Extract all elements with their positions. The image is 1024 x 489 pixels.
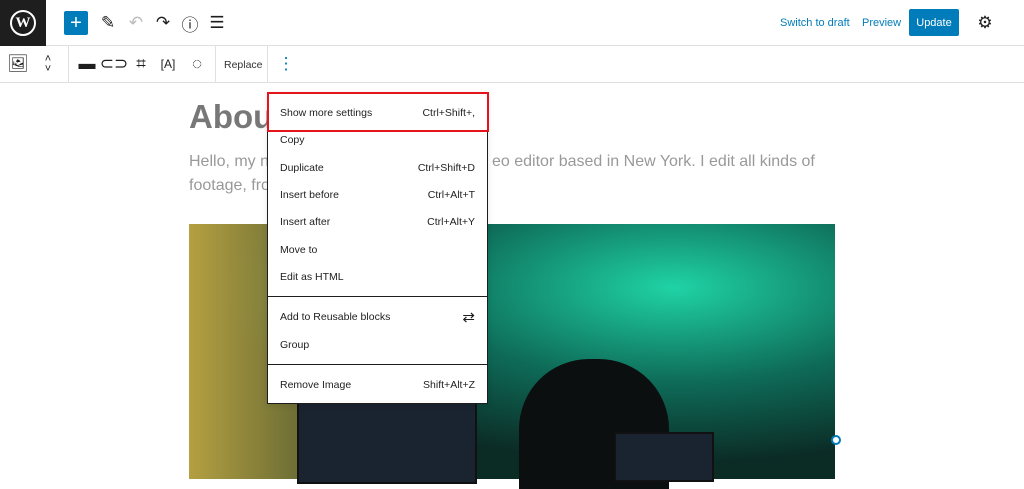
menu-item-remove-image[interactable]: Remove Image Shift+Alt+Z — [280, 375, 475, 395]
image-block-icon[interactable]: 🖼 — [7, 54, 29, 74]
image-monitor — [614, 432, 714, 482]
resize-handle[interactable] — [831, 435, 841, 445]
align-icon[interactable]: ▬ — [77, 54, 97, 74]
list-view-icon[interactable]: ☰ — [207, 12, 227, 34]
menu-item-label: Edit as HTML — [280, 271, 344, 283]
move-up-down-icon[interactable]: ˄ ˅ — [38, 50, 58, 78]
menu-item-edit-as-html[interactable]: Edit as HTML — [280, 267, 475, 287]
menu-item-show-more-settings[interactable]: Show more settings Ctrl+Shift+, — [280, 103, 475, 123]
top-bar: W + ✎ ↶ ↷ ⓘ ☰ Switch to draft Preview Up… — [0, 0, 1024, 46]
menu-item-shortcut: Ctrl+Alt+Y — [427, 216, 475, 228]
undo-icon[interactable]: ↶ — [126, 12, 146, 34]
edit-tools-icon[interactable]: ✎ — [98, 12, 118, 34]
menu-item-label: Group — [280, 339, 310, 351]
menu-item-label: Insert before — [280, 189, 339, 201]
menu-item-insert-before[interactable]: Insert before Ctrl+Alt+T — [280, 185, 475, 205]
menu-item-label: Add to Reusable blocks — [280, 311, 391, 323]
menu-item-duplicate[interactable]: Duplicate Ctrl+Shift+D — [280, 158, 475, 178]
divider — [215, 46, 216, 83]
menu-item-label: Insert after — [280, 216, 331, 228]
update-button[interactable]: Update — [909, 9, 959, 36]
reusable-block-icon: ⇄ — [462, 309, 475, 326]
paragraph-text[interactable]: Hello, my n — [189, 153, 269, 171]
block-options-menu: Show more settings Ctrl+Shift+, Copy Dupl… — [267, 92, 489, 404]
divider — [267, 46, 268, 83]
menu-item-label: Remove Image — [280, 379, 352, 391]
switch-to-draft-link[interactable]: Switch to draft — [780, 17, 850, 29]
menu-item-shortcut: Shift+Alt+Z — [423, 379, 475, 391]
menu-divider — [268, 364, 487, 365]
menu-item-shortcut: Ctrl+Alt+T — [427, 189, 475, 201]
menu-item-insert-after[interactable]: Insert after Ctrl+Alt+Y — [280, 212, 475, 232]
text-overlay-icon[interactable]: [A] — [158, 54, 178, 74]
redo-icon[interactable]: ↷ — [153, 12, 173, 34]
settings-gear-icon[interactable]: ⚙ — [975, 12, 995, 34]
wordpress-icon: W — [10, 10, 36, 36]
menu-divider — [268, 296, 487, 297]
menu-item-label: Show more settings — [280, 107, 373, 119]
duotone-icon[interactable]: ◌ — [187, 54, 207, 74]
menu-item-shortcut: Ctrl+Shift+, — [422, 107, 475, 119]
divider — [68, 46, 69, 83]
image-monitor — [297, 399, 477, 484]
menu-item-shortcut: Ctrl+Shift+D — [417, 162, 475, 174]
block-toolbar: 🖼 ˄ ˅ ▬ ⊂⊃ ⌗ [A] ◌ Replace ⋮ — [0, 46, 1024, 83]
replace-button[interactable]: Replace — [224, 59, 263, 71]
wordpress-logo-button[interactable]: W — [0, 0, 46, 46]
add-block-button[interactable]: + — [64, 11, 88, 35]
menu-item-move-to[interactable]: Move to — [280, 240, 475, 260]
more-options-icon[interactable]: ⋮ — [276, 54, 296, 74]
paragraph-text[interactable]: eo editor based in New York. I edit all … — [492, 153, 815, 171]
menu-item-group[interactable]: Group — [280, 335, 475, 355]
menu-item-label: Move to — [280, 244, 318, 256]
menu-item-label: Duplicate — [280, 162, 324, 174]
preview-link[interactable]: Preview — [862, 17, 901, 29]
menu-item-add-to-reusable-blocks[interactable]: Add to Reusable blocks ⇄ — [280, 307, 475, 327]
menu-item-copy[interactable]: Copy — [280, 130, 475, 150]
info-icon[interactable]: ⓘ — [180, 12, 200, 35]
paragraph-text[interactable]: footage, fro — [189, 177, 270, 195]
crop-icon[interactable]: ⌗ — [131, 54, 151, 74]
link-icon[interactable]: ⊂⊃ — [100, 54, 129, 74]
menu-item-label: Copy — [280, 134, 305, 146]
